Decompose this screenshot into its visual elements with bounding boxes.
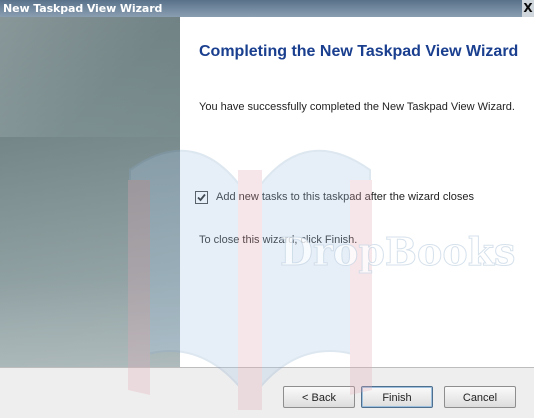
completion-message: You have successfully completed the New … bbox=[199, 101, 515, 113]
wizard-sidebar-panel bbox=[0, 17, 180, 367]
wizard-content-panel: Completing the New Taskpad View Wizard Y… bbox=[181, 17, 534, 367]
back-button[interactable]: < Back bbox=[283, 386, 355, 408]
add-tasks-option[interactable]: Add new tasks to this taskpad after the … bbox=[195, 190, 525, 206]
title-bar[interactable]: New Taskpad View Wizard X bbox=[0, 0, 534, 17]
page-title: Completing the New Taskpad View Wizard bbox=[199, 43, 519, 60]
wizard-window: New Taskpad View Wizard X Completing the… bbox=[0, 0, 534, 418]
close-icon[interactable]: X bbox=[522, 0, 534, 17]
sidebar-highlight bbox=[0, 17, 180, 137]
add-tasks-checkbox[interactable] bbox=[195, 191, 208, 204]
window-title: New Taskpad View Wizard bbox=[3, 2, 163, 15]
add-tasks-label[interactable]: Add new tasks to this taskpad after the … bbox=[216, 190, 474, 204]
button-bar: < Back Finish Cancel bbox=[0, 367, 534, 418]
cancel-button[interactable]: Cancel bbox=[444, 386, 516, 408]
finish-button[interactable]: Finish bbox=[361, 386, 433, 408]
checkmark-icon bbox=[197, 193, 206, 202]
sidebar-shading bbox=[0, 137, 180, 367]
close-instruction: To close this wizard, click Finish. bbox=[199, 234, 358, 246]
